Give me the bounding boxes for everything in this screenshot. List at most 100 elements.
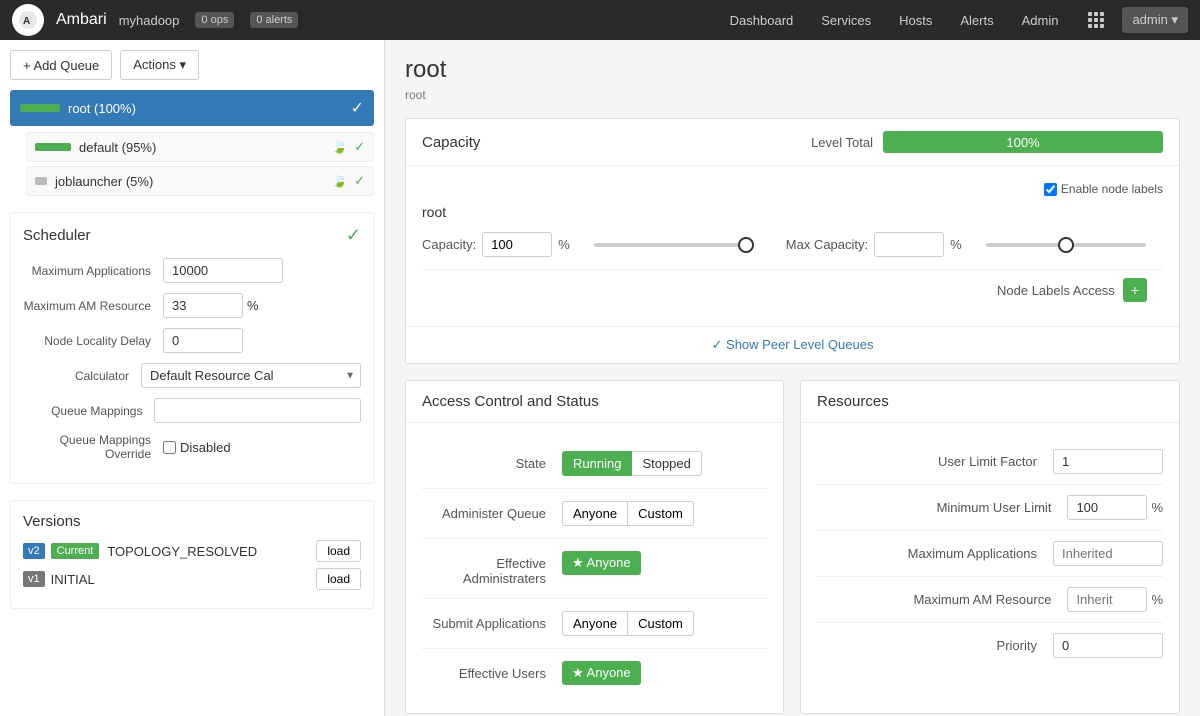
state-row: State Running Stopped xyxy=(422,439,767,489)
nav-admin[interactable]: Admin xyxy=(1010,7,1071,34)
submit-anyone-button[interactable]: Anyone xyxy=(562,611,628,636)
calculator-select[interactable]: Default Resource Cal xyxy=(141,363,361,388)
max-am-pct-res: % xyxy=(1151,592,1163,607)
nav-dashboard[interactable]: Dashboard xyxy=(718,7,806,34)
queue-mappings-override-value: Disabled xyxy=(180,440,231,455)
user-limit-factor-row: User Limit Factor xyxy=(817,439,1163,485)
calculator-row: Calculator Default Resource Cal ▼ xyxy=(23,363,361,388)
effective-users-label: Effective Users xyxy=(422,661,562,681)
access-control-card: Access Control and Status State Running … xyxy=(405,380,784,714)
default-queue-item[interactable]: default (95%) 🍃 ✓ xyxy=(26,132,374,162)
queue-toolbar: + Add Queue Actions ▾ xyxy=(10,50,374,80)
max-applications-res-input[interactable] xyxy=(1053,541,1163,566)
administer-custom-button[interactable]: Custom xyxy=(628,501,694,526)
state-running-button[interactable]: Running xyxy=(562,451,632,476)
node-locality-row: Node Locality Delay xyxy=(23,328,361,353)
queue-children: default (95%) 🍃 ✓ joblauncher (5%) 🍃 ✓ xyxy=(10,132,374,196)
enable-node-labels-label: Enable node labels xyxy=(1044,182,1163,196)
max-applications-label: Maximum Applications xyxy=(23,264,163,278)
queue-mappings-override-checkbox[interactable] xyxy=(163,441,176,454)
max-capacity-slider[interactable] xyxy=(986,243,1146,247)
cluster-name: myhadoop xyxy=(119,13,180,28)
administer-anyone-button[interactable]: Anyone xyxy=(562,501,628,526)
max-applications-res-row: Maximum Applications xyxy=(817,531,1163,577)
joblauncher-queue-label: joblauncher (5%) xyxy=(55,174,332,189)
max-am-resource-res-label: Maximum AM Resource xyxy=(817,592,1067,607)
current-badge: Current xyxy=(51,543,100,559)
versions-section: Versions v2 Current TOPOLOGY_RESOLVED lo… xyxy=(10,500,374,609)
max-am-resource-res-input[interactable] xyxy=(1067,587,1147,612)
administer-btn-group: Anyone Custom xyxy=(562,501,767,526)
queue-mappings-row: Queue Mappings xyxy=(23,398,361,423)
node-locality-input[interactable] xyxy=(163,328,243,353)
effective-admin-row: Effective Administraters ★ Anyone xyxy=(422,539,767,599)
min-user-limit-label: Minimum User Limit xyxy=(817,500,1067,515)
level-total-label: Level Total xyxy=(811,135,873,150)
node-locality-label: Node Locality Delay xyxy=(23,334,163,348)
ops-badge[interactable]: 0 ops xyxy=(195,12,234,28)
priority-label: Priority xyxy=(817,638,1053,653)
max-am-resource-group: % xyxy=(163,293,259,318)
capacity-header: Capacity Level Total 100% xyxy=(406,119,1179,166)
max-am-pct-label: % xyxy=(247,298,259,313)
submit-custom-button[interactable]: Custom xyxy=(628,611,694,636)
main-layout: + Add Queue Actions ▾ root (100%) ✓ defa… xyxy=(0,40,1200,716)
v1-load-button[interactable]: load xyxy=(316,568,361,590)
capacity-title: Capacity xyxy=(422,134,811,151)
show-peer-queues[interactable]: ✓ Show Peer Level Queues xyxy=(406,326,1179,363)
enable-node-labels-checkbox[interactable] xyxy=(1044,183,1057,196)
node-labels-add-button[interactable]: + xyxy=(1123,278,1147,302)
ambari-logo: A xyxy=(12,4,44,36)
bottom-cards: Access Control and Status State Running … xyxy=(405,380,1180,716)
max-am-resource-row: Maximum AM Resource % xyxy=(23,293,361,318)
node-labels-access-label: Node Labels Access xyxy=(997,283,1115,298)
max-am-resource-res-row: Maximum AM Resource % xyxy=(817,577,1163,623)
user-limit-factor-input[interactable] xyxy=(1053,449,1163,474)
v2-load-button[interactable]: load xyxy=(316,540,361,562)
brand-name: Ambari xyxy=(56,11,107,29)
effective-admin-tag: ★ Anyone xyxy=(562,551,641,575)
version-v1-row: v1 INITIAL load xyxy=(23,568,361,590)
max-capacity-input[interactable] xyxy=(874,232,944,257)
nav-hosts[interactable]: Hosts xyxy=(887,7,944,34)
nav-alerts[interactable]: Alerts xyxy=(948,7,1005,34)
add-queue-button[interactable]: + Add Queue xyxy=(10,50,112,80)
capacity-input[interactable] xyxy=(482,232,552,257)
submit-applications-label: Submit Applications xyxy=(422,611,562,631)
alerts-badge[interactable]: 0 alerts xyxy=(250,12,298,28)
nav-links: Dashboard Services Hosts Alerts Admin xyxy=(718,7,1071,34)
joblauncher-queue-item[interactable]: joblauncher (5%) 🍃 ✓ xyxy=(26,166,374,196)
min-user-limit-row: Minimum User Limit % xyxy=(817,485,1163,531)
capacity-slider[interactable] xyxy=(594,243,754,247)
page-breadcrumb: root xyxy=(405,88,1180,102)
priority-row: Priority xyxy=(817,623,1163,668)
max-applications-input[interactable] xyxy=(163,258,283,283)
state-stopped-button[interactable]: Stopped xyxy=(632,451,701,476)
min-user-limit-group: % xyxy=(1067,495,1163,520)
min-user-limit-input[interactable] xyxy=(1067,495,1147,520)
administer-queue-row: Administer Queue Anyone Custom xyxy=(422,489,767,539)
check-icon-2: ✓ xyxy=(354,173,365,189)
scheduler-section: Scheduler ✓ Maximum Applications Maximum… xyxy=(10,212,374,484)
effective-users-content: ★ Anyone xyxy=(562,661,767,685)
submit-btn-group: Anyone Custom xyxy=(562,611,767,636)
resources-body: User Limit Factor Minimum User Limit % M… xyxy=(801,423,1179,684)
grid-icon[interactable] xyxy=(1082,6,1110,34)
nav-services[interactable]: Services xyxy=(809,7,883,34)
scheduler-title: Scheduler xyxy=(23,227,91,244)
default-progress-bar xyxy=(35,143,71,151)
max-applications-res-label: Maximum Applications xyxy=(817,546,1053,561)
administer-queue-label: Administer Queue xyxy=(422,501,562,521)
root-queue-item[interactable]: root (100%) ✓ xyxy=(10,90,374,126)
v2-version-name: TOPOLOGY_RESOLVED xyxy=(107,544,316,559)
capacity-root-title: root xyxy=(422,204,1163,220)
joblauncher-progress-bar xyxy=(35,177,47,185)
priority-input[interactable] xyxy=(1053,633,1163,658)
actions-button[interactable]: Actions ▾ xyxy=(120,50,199,80)
root-check-icon: ✓ xyxy=(351,98,364,118)
leaf-icon-2: 🍃 xyxy=(332,173,348,189)
user-menu[interactable]: admin ▾ xyxy=(1122,7,1188,33)
queue-mappings-input[interactable] xyxy=(154,398,361,423)
submit-applications-content: Anyone Custom xyxy=(562,611,767,636)
max-am-resource-input[interactable] xyxy=(163,293,243,318)
